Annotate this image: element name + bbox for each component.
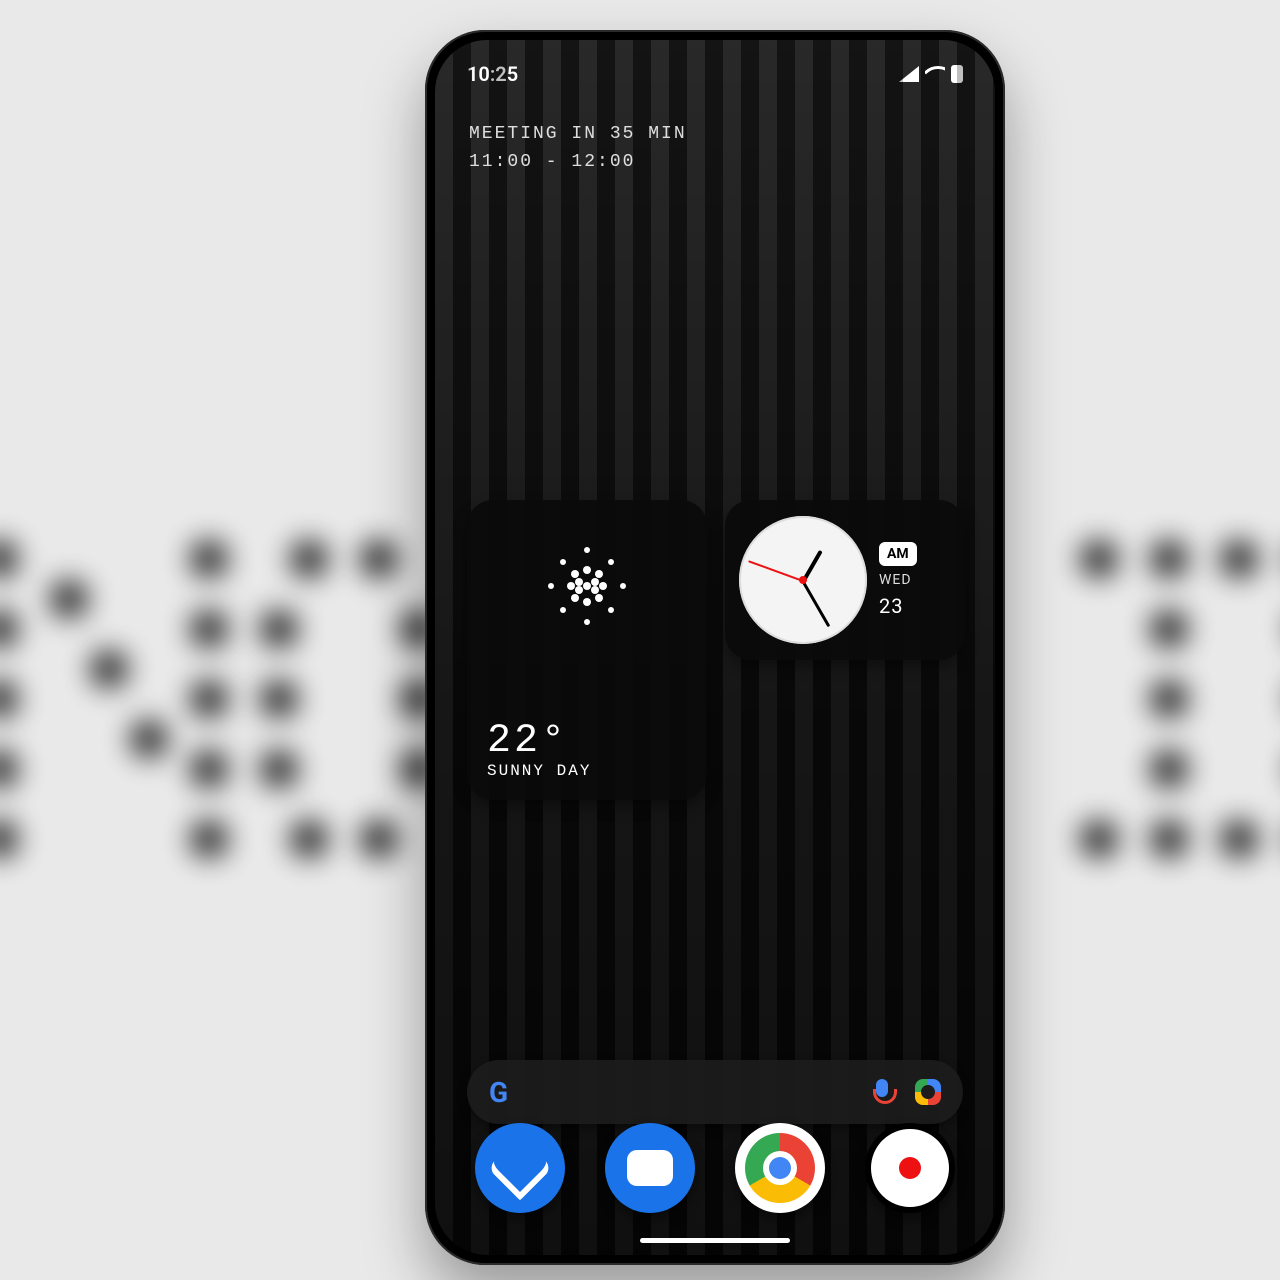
google-lens-icon[interactable] (915, 1079, 941, 1105)
clock-ampm: AM (879, 542, 917, 566)
wifi-icon (925, 66, 945, 82)
upcoming-event-widget[interactable]: MEETING IN 35 MIN 11:00 - 12:00 (469, 120, 687, 176)
sunny-icon (527, 526, 647, 646)
weather-widget[interactable]: 22° SUNNY DAY (467, 500, 707, 800)
status-icons (899, 65, 963, 83)
phone-app[interactable] (475, 1123, 565, 1213)
messages-icon (627, 1150, 673, 1186)
record-icon (899, 1157, 921, 1179)
voice-search-icon[interactable] (873, 1079, 891, 1105)
messages-app[interactable] (605, 1123, 695, 1213)
chrome-app[interactable] (735, 1123, 825, 1213)
weather-temperature: 22° (487, 722, 687, 762)
google-search-bar[interactable]: G (467, 1060, 963, 1124)
phone-screen: 10:25 MEETING IN 35 MIN 11:00 - 12:00 (435, 40, 995, 1255)
clock-widget[interactable]: AM WED 23 (725, 500, 965, 660)
cellular-signal-icon (899, 66, 919, 82)
app-dock (435, 1123, 995, 1213)
event-time: 11:00 - 12:00 (469, 148, 687, 176)
weather-condition: SUNNY DAY (487, 762, 687, 780)
google-logo-icon: G (489, 1076, 508, 1109)
analog-clock-icon (739, 516, 867, 644)
status-bar: 10:25 (435, 40, 995, 86)
status-time: 10:25 (467, 62, 518, 86)
phone-icon (487, 1135, 552, 1200)
clock-day: WED (879, 572, 912, 588)
camera-app[interactable] (865, 1123, 955, 1213)
home-indicator[interactable] (640, 1238, 790, 1243)
clock-date: 23 (879, 594, 903, 618)
phone-frame: 10:25 MEETING IN 35 MIN 11:00 - 12:00 (425, 30, 1005, 1265)
battery-icon (951, 65, 963, 83)
event-title: MEETING IN 35 MIN (469, 120, 687, 148)
chrome-icon (745, 1133, 815, 1203)
